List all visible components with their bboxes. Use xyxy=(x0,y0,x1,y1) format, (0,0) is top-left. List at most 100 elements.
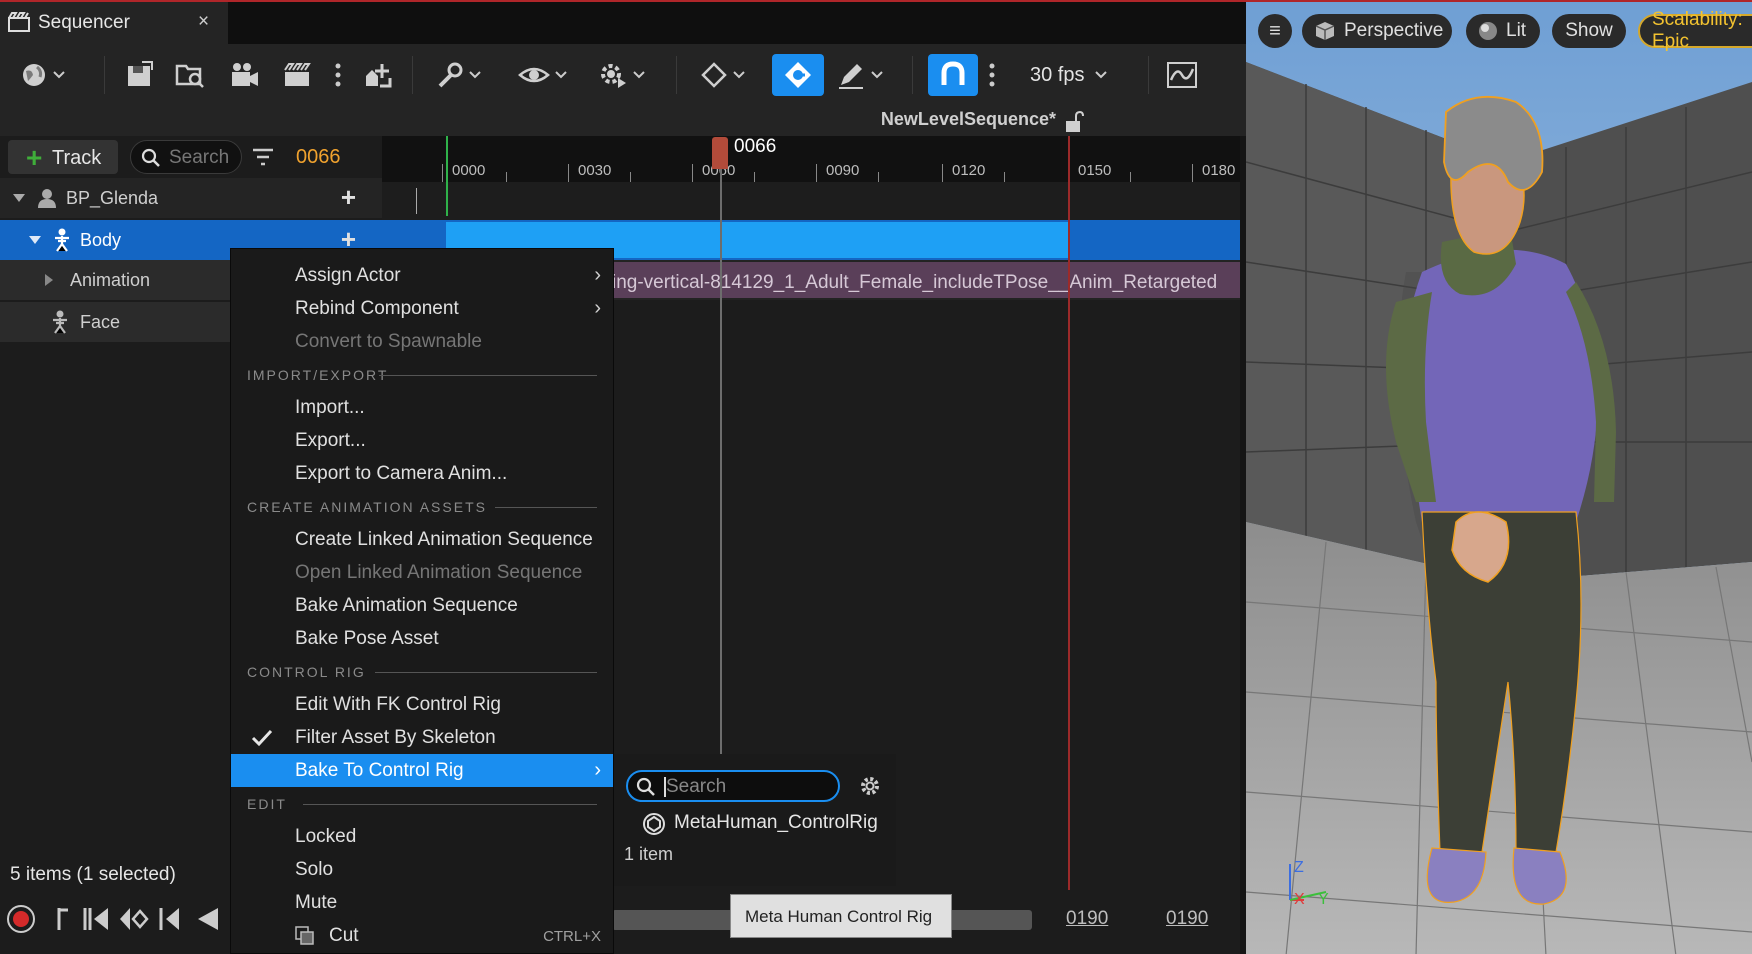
menu-item-import[interactable]: Import... xyxy=(231,391,613,424)
track-lane-bp-glenda[interactable] xyxy=(382,182,1240,220)
clapper-button[interactable] xyxy=(282,58,312,92)
actor-add-icon xyxy=(366,64,392,88)
render-movie-button[interactable] xyxy=(228,58,260,92)
show-button[interactable]: Show xyxy=(1552,14,1626,48)
gear-icon[interactable] xyxy=(858,774,882,798)
lit-button[interactable]: Lit xyxy=(1466,14,1540,48)
folder-search-icon xyxy=(175,64,204,88)
track-search-input[interactable]: Search xyxy=(130,140,242,174)
toolbar-divider xyxy=(412,56,413,94)
step-back-icon[interactable] xyxy=(158,906,182,932)
menu-item-filter-asset-by-skeleton[interactable]: Filter Asset By Skeleton xyxy=(231,721,613,754)
tab-sequencer[interactable]: Sequencer × xyxy=(0,2,228,44)
record-icon[interactable] xyxy=(6,904,36,934)
menu-item-assign-actor[interactable]: Assign Actor › xyxy=(231,259,613,292)
playback-options-button[interactable] xyxy=(598,58,646,92)
sequence-name[interactable]: NewLevelSequence* xyxy=(881,109,1056,130)
axis-y-label: Y xyxy=(1318,891,1329,908)
auto-key-button[interactable] xyxy=(772,54,824,96)
fps-dropdown[interactable]: 30 fps xyxy=(1030,58,1108,92)
wrench-icon xyxy=(438,62,463,88)
menu-item-locked[interactable]: Locked xyxy=(231,820,613,853)
kebab-icon xyxy=(335,63,341,87)
tick-label: 0030 xyxy=(578,162,612,179)
menu-item-mute[interactable]: Mute xyxy=(231,886,613,919)
chevron-down-icon xyxy=(1095,71,1108,79)
menu-item-solo[interactable]: Solo xyxy=(231,853,613,886)
menu-item-create-linked-anim[interactable]: Create Linked Animation Sequence xyxy=(231,523,613,556)
chevron-right-icon: › xyxy=(594,297,601,319)
menu-item-label: Export to Camera Anim... xyxy=(295,463,508,484)
play-reverse-icon[interactable] xyxy=(196,906,220,932)
curve-editor-icon xyxy=(1167,62,1197,88)
browse-button[interactable] xyxy=(174,58,206,92)
movie-camera-icon xyxy=(232,63,258,86)
menu-item-edit-fk-control-rig[interactable]: Edit With FK Control Rig xyxy=(231,688,613,721)
pencil-icon xyxy=(839,64,863,89)
playhead-handle[interactable] xyxy=(712,137,728,169)
actor-to-sequencer-button[interactable] xyxy=(362,58,394,92)
scalability-button[interactable]: Scalability: Epic xyxy=(1638,9,1752,52)
auto-key-icon xyxy=(785,62,811,88)
menu-item-bake-to-control-rig[interactable]: Bake To Control Rig › xyxy=(231,754,613,787)
add-track-button[interactable]: + Track xyxy=(8,140,118,174)
viewport-menu-button[interactable]: ≡ xyxy=(1258,14,1292,48)
add-icon[interactable]: + xyxy=(341,182,356,213)
expand-triangle-icon[interactable] xyxy=(28,235,42,245)
chevron-down-icon xyxy=(555,71,567,79)
section-divider xyxy=(379,375,597,376)
chevron-down-icon xyxy=(53,71,65,79)
more-options-button[interactable] xyxy=(334,58,342,92)
current-frame[interactable]: 0066 xyxy=(296,146,341,169)
globe-icon xyxy=(23,64,45,86)
level-viewport[interactable]: Z X Y ≡ Perspective Lit Show Scalability… xyxy=(1246,0,1752,954)
tick-label: 0000 xyxy=(452,162,486,179)
fps-label: 30 fps xyxy=(1030,63,1085,86)
chevron-right-icon: › xyxy=(594,759,601,781)
filter-icon[interactable] xyxy=(252,148,274,166)
view-range-start[interactable]: 0190 xyxy=(1066,908,1108,930)
menu-item-label: Filter Asset By Skeleton xyxy=(295,727,496,748)
playback-end-marker[interactable] xyxy=(1068,136,1070,892)
playback-start-marker[interactable] xyxy=(446,136,448,216)
menu-item-label: Import... xyxy=(295,397,365,418)
jump-to-start-icon[interactable] xyxy=(56,906,70,932)
menu-item-cut[interactable]: Cut CTRL+X xyxy=(231,919,613,952)
unlock-icon[interactable] xyxy=(1064,111,1084,133)
curve-editor-button[interactable] xyxy=(1166,58,1198,92)
perspective-button[interactable]: Perspective xyxy=(1302,14,1452,48)
save-button[interactable] xyxy=(124,58,154,92)
snap-button[interactable] xyxy=(928,54,978,96)
magnet-icon xyxy=(941,61,965,85)
track-row-bp-glenda[interactable]: BP_Glenda + xyxy=(0,178,382,218)
menu-item-export[interactable]: Export... xyxy=(231,424,613,457)
world-button[interactable] xyxy=(20,58,66,92)
previous-key-icon[interactable] xyxy=(82,906,112,932)
chevron-down-icon xyxy=(469,71,481,79)
section-divider xyxy=(495,507,597,508)
menu-item-export-camera-anim[interactable]: Export to Camera Anim... xyxy=(231,457,613,490)
key-interpolation-button[interactable] xyxy=(700,58,746,92)
time-ruler[interactable]: 0000 0030 0060 0090 0120 0150 0180 xyxy=(382,136,1240,182)
view-options-button[interactable] xyxy=(518,58,568,92)
view-range-end[interactable]: 0190 xyxy=(1166,908,1208,930)
sequencer-icon xyxy=(8,12,30,32)
plus-icon: + xyxy=(26,142,43,173)
menu-item-label: Rebind Component xyxy=(295,298,459,319)
control-rig-list-item[interactable]: MetaHuman_ControlRig xyxy=(638,808,888,840)
section-header: CONTROL RIG xyxy=(247,664,366,680)
menu-item-bake-pose-asset[interactable]: Bake Pose Asset xyxy=(231,622,613,655)
snap-options-button[interactable] xyxy=(988,58,996,92)
edit-mode-button[interactable] xyxy=(836,58,884,92)
submenu-search-input[interactable]: Search xyxy=(626,770,840,802)
collapse-triangle-icon[interactable] xyxy=(44,273,54,287)
expand-triangle-icon[interactable] xyxy=(12,193,26,203)
step-back-key-icon[interactable] xyxy=(118,906,150,932)
tick-label: 0090 xyxy=(826,162,860,179)
tools-button[interactable] xyxy=(434,58,482,92)
menu-item-rebind-component[interactable]: Rebind Component › xyxy=(231,292,613,325)
tick-label: 0120 xyxy=(952,162,986,179)
close-icon[interactable]: × xyxy=(198,11,209,33)
tooltip: Meta Human Control Rig xyxy=(730,894,952,938)
menu-item-bake-anim-sequence[interactable]: Bake Animation Sequence xyxy=(231,589,613,622)
